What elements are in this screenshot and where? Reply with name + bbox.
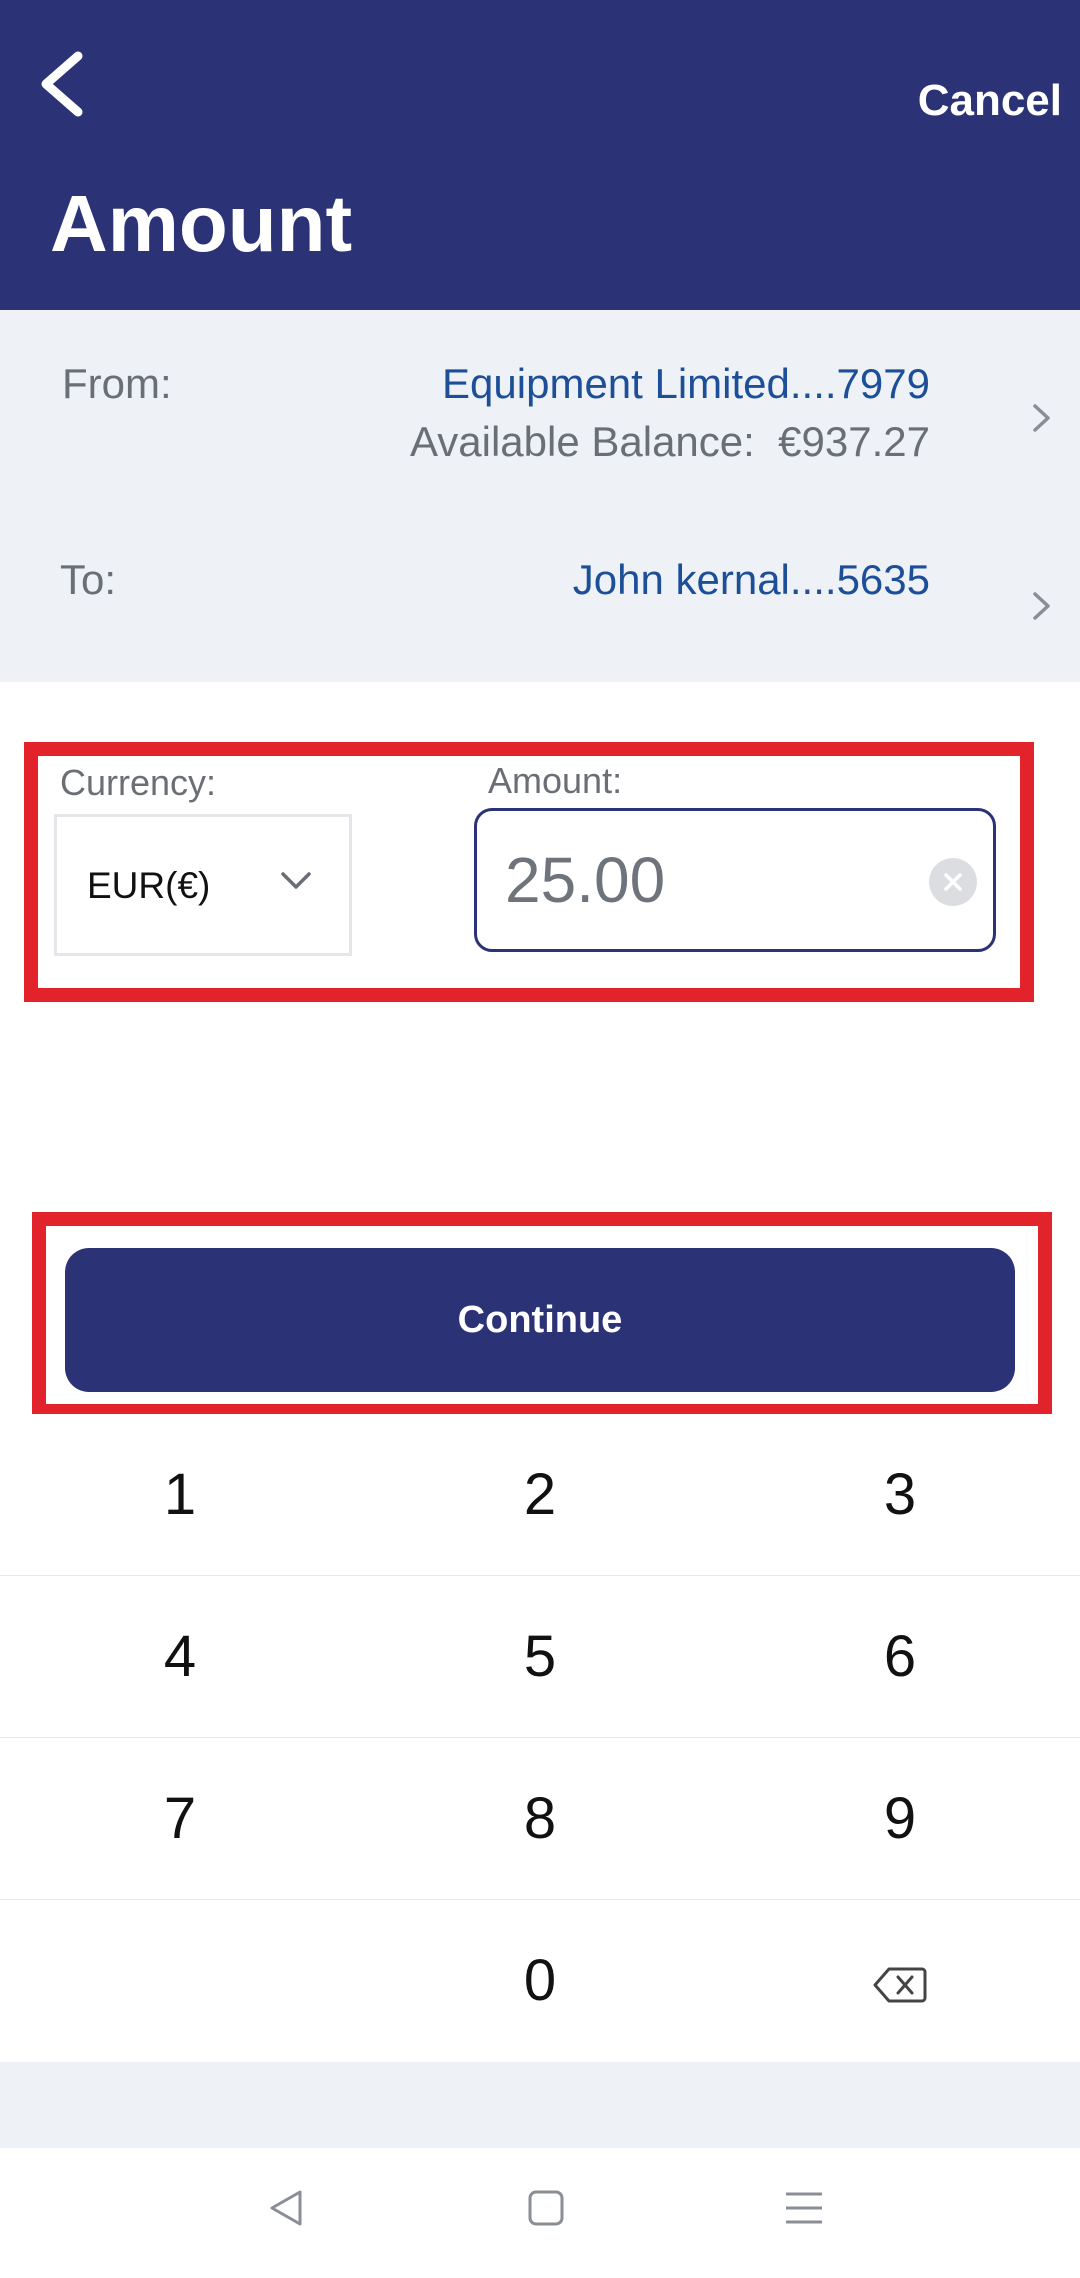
form-highlight-box <box>24 742 1034 1002</box>
chevron-left-icon <box>41 51 83 117</box>
key-8[interactable]: 8 <box>360 1738 720 1900</box>
backspace-key[interactable] <box>720 1900 1080 2062</box>
back-button[interactable] <box>28 44 98 124</box>
chevron-right-icon <box>1033 592 1050 620</box>
key-7[interactable]: 7 <box>0 1738 360 1900</box>
to-label: To: <box>60 556 117 603</box>
cancel-button[interactable]: Cancel <box>918 76 1062 126</box>
key-6[interactable]: 6 <box>720 1576 1080 1738</box>
nav-home-button[interactable] <box>522 2184 570 2237</box>
backspace-icon <box>873 1967 927 2003</box>
key-5[interactable]: 5 <box>360 1576 720 1738</box>
key-3[interactable]: 3 <box>720 1414 1080 1576</box>
numeric-keypad: 1 2 3 4 5 6 7 8 9 0 <box>0 1414 1080 2062</box>
nav-back-button[interactable] <box>262 2184 310 2237</box>
from-label: From: <box>62 360 172 407</box>
available-balance: Available Balance: €937.27 <box>410 418 930 466</box>
keypad-footer <box>0 2062 1080 2148</box>
key-2[interactable]: 2 <box>360 1414 720 1576</box>
to-account-row[interactable]: To: John kernal....5635 <box>0 510 1080 660</box>
system-nav-bar <box>0 2148 1080 2278</box>
square-home-icon <box>528 2190 564 2226</box>
key-empty <box>0 1900 360 2062</box>
key-0[interactable]: 0 <box>360 1900 720 2062</box>
available-balance-label: Available Balance: <box>410 418 755 465</box>
key-4[interactable]: 4 <box>0 1576 360 1738</box>
page-title: Amount <box>50 179 353 268</box>
accounts-panel: From: Equipment Limited....7979 Availabl… <box>0 310 1080 682</box>
triangle-back-icon <box>270 2190 302 2226</box>
to-account-name: John kernal....5635 <box>572 556 930 603</box>
nav-menu-button[interactable] <box>780 2184 828 2237</box>
key-1[interactable]: 1 <box>0 1414 360 1576</box>
chevron-right-icon <box>1033 404 1050 432</box>
key-9[interactable]: 9 <box>720 1738 1080 1900</box>
available-balance-value: €937.27 <box>778 418 930 465</box>
continue-highlight-box <box>32 1212 1052 1418</box>
from-account-name: Equipment Limited....7979 <box>442 360 930 407</box>
menu-lines-icon <box>786 2192 822 2224</box>
app-header: Cancel Amount <box>0 0 1080 310</box>
from-account-row[interactable]: From: Equipment Limited....7979 Availabl… <box>0 310 1080 490</box>
